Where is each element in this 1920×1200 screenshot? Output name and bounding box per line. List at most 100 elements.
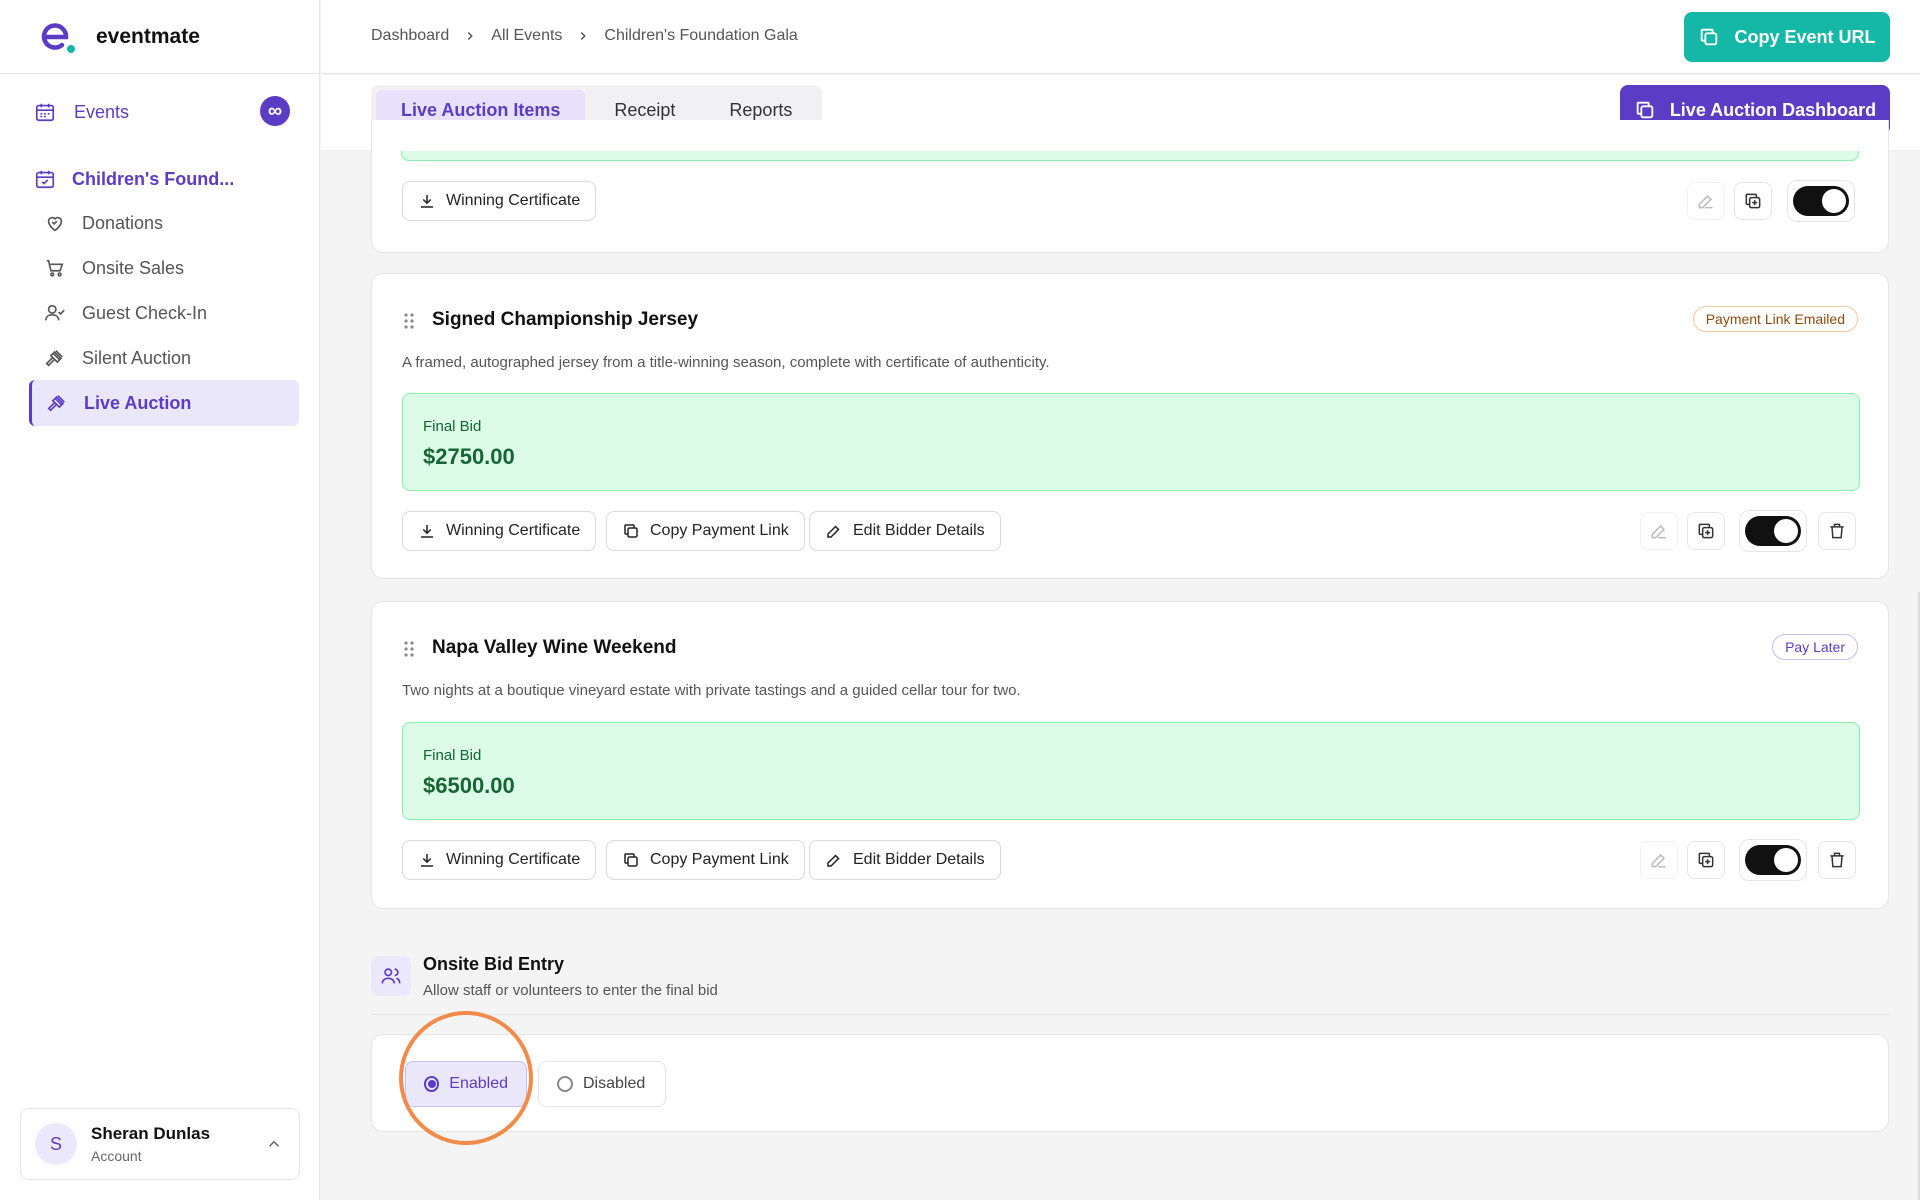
infinity-badge: ∞: [260, 96, 290, 126]
item-visibility-toggle[interactable]: [1787, 180, 1855, 222]
final-bid-label: Final Bid: [423, 418, 482, 435]
item-visibility-toggle[interactable]: [1739, 839, 1807, 881]
winning-certificate-label: Winning Certificate: [446, 192, 581, 209]
sidebar-item-label: Onsite Sales: [82, 257, 185, 278]
drag-handle-icon[interactable]: [402, 311, 416, 331]
toggle-switch: [1745, 516, 1801, 546]
winning-certificate-label: Winning Certificate: [446, 522, 581, 539]
trash-icon: [1830, 523, 1844, 539]
users-icon: [371, 956, 411, 996]
sidebar-item-onsite-sales[interactable]: Onsite Sales: [40, 248, 300, 288]
edit-icon: [1698, 194, 1713, 209]
app-logo[interactable]: eventmate: [0, 0, 320, 74]
chevron-right-icon: [463, 29, 477, 43]
duplicate-item-button[interactable]: [1687, 841, 1725, 879]
winning-certificate-button[interactable]: Winning Certificate: [402, 840, 597, 880]
sidebar-item-live-auction[interactable]: Live Auction: [29, 380, 299, 426]
breadcrumb-current-event: Children's Foundation Gala: [604, 27, 798, 44]
onsite-bid-entry-subtitle: Allow staff or volunteers to enter the f…: [423, 982, 718, 999]
delete-item-button[interactable]: [1818, 841, 1856, 879]
edit-bidder-details-label: Edit Bidder Details: [853, 851, 985, 868]
live-auction-dashboard-label: Live Auction Dashboard: [1669, 99, 1877, 120]
duplicate-item-button[interactable]: [1687, 512, 1725, 550]
copy-event-url-button[interactable]: Copy Event URL: [1684, 12, 1890, 62]
sidebar-item-donations[interactable]: Donations: [40, 203, 300, 243]
breadcrumb-dashboard[interactable]: Dashboard: [371, 27, 449, 45]
auction-item-card: Winning Certificate: [371, 120, 1889, 253]
edit-icon: [827, 854, 840, 867]
section-divider: [371, 1014, 1889, 1015]
edit-bidder-details-button[interactable]: Edit Bidder Details: [809, 511, 1001, 551]
sidebar-item-guest-check-in[interactable]: Guest Check-In: [40, 293, 300, 333]
toggle-switch: [1745, 845, 1801, 875]
copy-icon: [1634, 99, 1656, 121]
copy-icon: [1698, 26, 1720, 48]
copy-icon: [624, 853, 638, 867]
auction-item-card: Napa Valley Wine Weekend Pay Later Two n…: [371, 601, 1889, 909]
sidebar-item-current-event[interactable]: Children's Found...: [30, 162, 290, 196]
edit-icon: [1651, 853, 1666, 868]
item-description: Two nights at a boutique vineyard estate…: [402, 682, 1021, 699]
download-icon: [421, 854, 433, 867]
cart-icon: [44, 257, 66, 279]
edit-item-button[interactable]: [1640, 841, 1678, 879]
trash-icon: [1830, 852, 1844, 868]
final-bid-box: Final Bid $2750.00: [402, 393, 1860, 491]
final-bid-value: $6500.00: [423, 773, 515, 798]
winning-certificate-button[interactable]: Winning Certificate: [402, 181, 597, 221]
sidebar-item-label: Silent Auction: [82, 347, 192, 368]
copy-payment-link-button[interactable]: Copy Payment Link: [606, 511, 805, 551]
calendar-check-icon: [34, 168, 56, 190]
final-bid-box-partial: [401, 151, 1859, 161]
copy-event-url-label: Copy Event URL: [1734, 26, 1876, 47]
edit-item-button[interactable]: [1687, 182, 1725, 220]
delete-item-button[interactable]: [1818, 512, 1856, 550]
top-header: Dashboard All Events Children's Foundati…: [321, 0, 1920, 74]
breadcrumb: Dashboard All Events Children's Foundati…: [371, 27, 798, 45]
copy-payment-link-button[interactable]: Copy Payment Link: [606, 840, 805, 880]
account-menu[interactable]: S Sheran Dunlas Account: [20, 1108, 300, 1180]
winning-certificate-button[interactable]: Winning Certificate: [402, 511, 597, 551]
disabled-radio[interactable]: Disabled: [538, 1061, 666, 1107]
onsite-bid-entry-options: Enabled Disabled: [371, 1034, 1889, 1132]
gavel-icon: [46, 392, 68, 414]
sidebar-item-silent-auction[interactable]: Silent Auction: [40, 338, 300, 378]
status-badge: Pay Later: [1772, 634, 1858, 660]
drag-handle-icon[interactable]: [402, 639, 416, 659]
copy-payment-link-label: Copy Payment Link: [650, 522, 789, 539]
sidebar-item-events[interactable]: Events ∞: [30, 94, 290, 130]
item-title: Napa Valley Wine Weekend: [432, 637, 677, 658]
app-name: eventmate: [96, 24, 200, 48]
copy-payment-link-label: Copy Payment Link: [650, 851, 789, 868]
avatar: S: [35, 1123, 77, 1165]
heart-icon: [44, 212, 66, 234]
final-bid-box: Final Bid $6500.00: [402, 722, 1860, 820]
chevron-right-icon: [576, 29, 590, 43]
enabled-radio[interactable]: Enabled: [405, 1061, 527, 1107]
radio-selected-icon: [424, 1076, 440, 1092]
edit-icon: [827, 525, 840, 538]
enabled-label: Enabled: [449, 1075, 508, 1092]
item-visibility-toggle[interactable]: [1739, 510, 1807, 552]
final-bid-value: $2750.00: [423, 444, 515, 469]
user-check-icon: [44, 302, 66, 324]
onsite-bid-entry-title: Onsite Bid Entry: [423, 954, 565, 974]
breadcrumb-all-events[interactable]: All Events: [491, 27, 562, 45]
gavel-icon: [44, 347, 66, 369]
account-info: Sheran Dunlas Account: [91, 1124, 210, 1164]
status-badge: Payment Link Emailed: [1692, 306, 1858, 332]
duplicate-item-button[interactable]: [1734, 182, 1772, 220]
sidebar-item-label: Donations: [82, 212, 164, 233]
edit-item-button[interactable]: [1640, 512, 1678, 550]
duplicate-icon: [1745, 193, 1761, 209]
sidebar-item-label: Live Auction: [84, 392, 192, 413]
radio-unselected-icon: [557, 1076, 573, 1092]
eventmate-logo-icon: [40, 18, 78, 56]
copy-icon: [624, 524, 638, 538]
edit-bidder-details-button[interactable]: Edit Bidder Details: [809, 840, 1001, 880]
toggle-switch: [1793, 186, 1849, 216]
edit-icon: [1651, 524, 1666, 539]
chevron-up-icon: [265, 1135, 283, 1153]
sidebar-item-label: Events: [74, 101, 130, 122]
item-title: Signed Championship Jersey: [432, 309, 699, 330]
